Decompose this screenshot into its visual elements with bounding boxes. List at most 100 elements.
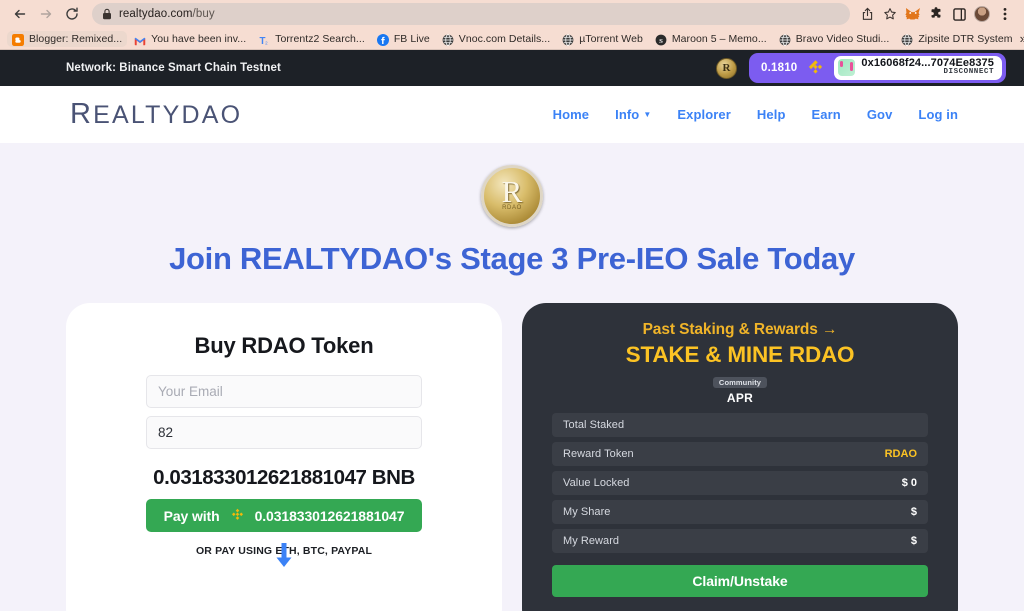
rdao-token-icon: R xyxy=(716,57,738,79)
pay-button-amount: 0.031833012621881047 xyxy=(254,507,405,524)
svg-text:S: S xyxy=(659,38,663,45)
bookmark-label: Vnoc.com Details... xyxy=(458,32,551,45)
stake-stat-row: My Share $ xyxy=(552,500,928,524)
pay-button-prefix: Pay with xyxy=(163,507,220,524)
stake-stat-value: $ xyxy=(910,506,917,518)
browser-toolbar: realtydao.com/buy xyxy=(0,0,1024,28)
stake-stat-row: Total Staked xyxy=(552,413,928,437)
nav-link-explorer[interactable]: Explorer xyxy=(677,107,731,122)
bookmarks-bar: Blogger: Remixed... You have been inv... T… xyxy=(0,28,1024,50)
facebook-icon xyxy=(376,33,389,46)
stake-stats-list: Total Staked Reward Token RDAO Value Locked… xyxy=(552,413,928,553)
site-logo[interactable]: REALTYDAO xyxy=(70,98,242,131)
site-header: REALTYDAO Home Info ▼ Explorer Help Earn Gov Lo… xyxy=(0,86,1024,143)
address-bar-url: realtydao.com/buy xyxy=(119,8,215,20)
bookmark-label: Bravo Video Studi... xyxy=(795,32,890,45)
globe-icon xyxy=(442,33,454,46)
globe-icon xyxy=(779,33,791,46)
coin-sublabel: RDAO xyxy=(502,205,522,211)
bookmark-item[interactable]: Bravo Video Studi... xyxy=(774,31,895,47)
bookmark-label: Maroon 5 – Memo... xyxy=(671,32,767,45)
star-icon[interactable] xyxy=(879,3,901,25)
nav-link-help[interactable]: Help xyxy=(757,107,786,122)
side-panel-icon[interactable] xyxy=(948,3,970,25)
claim-unstake-button[interactable]: Claim/Unstake xyxy=(552,565,928,597)
page-body: R RDAO Join REALTYDAO's Stage 3 Pre-IEO … xyxy=(0,165,1024,611)
stake-stat-value: $ xyxy=(910,535,917,547)
nav-link-label: Log in xyxy=(918,107,958,122)
total-bnb-amount: 0.031833012621881047 BNB xyxy=(153,466,415,489)
coin-letter: R xyxy=(501,174,523,209)
down-arrow-icon xyxy=(276,543,292,567)
binance-bnb-icon xyxy=(231,508,243,520)
bookmark-item[interactable]: You have been inv... xyxy=(129,31,251,47)
stake-stat-value: $ 0 xyxy=(901,477,917,489)
bookmark-label: FB Live xyxy=(393,32,430,45)
nav-link-label: Earn xyxy=(811,107,841,122)
bookmark-label: Blogger: Remixed... xyxy=(29,32,123,45)
wallet-connected-pill[interactable]: 0.1810 0x16068f24...7074Ee8375 DISCONNEC… xyxy=(749,53,1006,83)
extensions-puzzle-icon[interactable] xyxy=(925,3,947,25)
globe-icon xyxy=(901,33,913,46)
apr-label: APR xyxy=(726,391,754,405)
past-staking-link[interactable]: Past Staking & Rewards → xyxy=(552,321,928,339)
gmail-icon xyxy=(134,33,146,45)
address-bar[interactable]: realtydao.com/buy xyxy=(92,3,850,25)
bookmark-item[interactable]: µTorrent Web xyxy=(557,31,648,47)
buy-card-title: Buy RDAO Token xyxy=(194,333,374,358)
stake-card-heading: STAKE & MINE RDAO xyxy=(625,342,855,367)
nav-link-log-in[interactable]: Log in xyxy=(918,107,958,122)
stake-stat-key: My Reward xyxy=(563,535,620,547)
email-field[interactable] xyxy=(146,375,422,408)
bookmark-item[interactable]: Vnoc.com Details... xyxy=(437,31,555,47)
stake-stat-key: Value Locked xyxy=(563,477,630,489)
bookmark-item[interactable]: FB Live xyxy=(372,31,435,47)
nav-link-label: Home xyxy=(552,107,590,122)
nav-link-info[interactable]: Info ▼ xyxy=(615,107,651,122)
pay-with-bnb-button[interactable]: Pay with 0.031833012621881047 xyxy=(146,499,422,532)
nav-link-earn[interactable]: Earn xyxy=(812,107,841,122)
profile-avatar[interactable] xyxy=(971,3,993,25)
reload-button[interactable] xyxy=(60,2,84,26)
stake-stat-key: Total Staked xyxy=(563,419,625,431)
stake-stat-row: My Reward $ xyxy=(552,529,928,553)
brand-rest: EALTYDAO xyxy=(93,101,243,129)
bookmark-item[interactable]: T 2 Torrentz2 Search... xyxy=(253,31,370,47)
brand-first-letter: R xyxy=(70,98,94,130)
metamask-extension-icon[interactable] xyxy=(902,3,924,25)
blogger-icon xyxy=(12,33,24,46)
stake-stat-key: Reward Token xyxy=(563,448,634,460)
main-nav: Home Info ▼ Explorer Help Earn Gov Log in xyxy=(553,107,958,122)
share-icon[interactable] xyxy=(856,3,878,25)
stake-mine-card: Past Staking & Rewards → STAKE & MINE RD… xyxy=(522,303,958,611)
cards-row: Buy RDAO Token 0.031833012621881047 BNB … xyxy=(0,303,1024,611)
nav-link-label: Gov xyxy=(866,107,893,122)
page-title: Join REALTYDAO's Stage 3 Pre-IEO Sale To… xyxy=(169,241,855,276)
wallet-address-box[interactable]: 0x16068f24...7074Ee8375 DISCONNECT xyxy=(834,56,1002,80)
torrentz-icon: T2 xyxy=(258,33,270,46)
apr-block: Community APR xyxy=(552,372,928,405)
rdao-coin-logo: R RDAO xyxy=(481,165,543,227)
stake-stat-row: Value Locked $ 0 xyxy=(552,471,928,495)
disconnect-label[interactable]: DISCONNECT xyxy=(861,68,994,77)
bookmarks-overflow-button[interactable]: » xyxy=(1020,31,1024,46)
nav-link-label: Info xyxy=(615,107,640,122)
nav-link-gov[interactable]: Gov xyxy=(867,107,893,122)
wallet-area: R 0.1810 0x16068f24...7074Ee8375 DISCONN… xyxy=(716,53,1006,83)
bookmark-item[interactable]: Blogger: Remixed... xyxy=(7,30,128,47)
bookmark-label: µTorrent Web xyxy=(579,32,643,45)
bookmark-item[interactable]: S Maroon 5 – Memo... xyxy=(650,31,772,47)
stake-stat-row: Reward Token RDAO xyxy=(552,442,928,466)
bookmark-label: Zipsite DTR System xyxy=(918,32,1013,45)
community-tag: Community xyxy=(712,377,768,388)
amount-field[interactable] xyxy=(146,416,422,449)
bookmark-item[interactable]: Zipsite DTR System xyxy=(896,31,1017,47)
nav-link-home[interactable]: Home xyxy=(553,107,590,122)
globe-dark-icon: S xyxy=(655,33,667,45)
forward-button[interactable] xyxy=(34,2,58,26)
binance-bnb-icon xyxy=(809,59,823,74)
back-button[interactable] xyxy=(8,2,32,26)
chrome-menu-icon[interactable] xyxy=(994,3,1016,25)
stake-stat-value: RDAO xyxy=(884,448,917,460)
wallet-balance: 0.1810 xyxy=(761,62,798,74)
